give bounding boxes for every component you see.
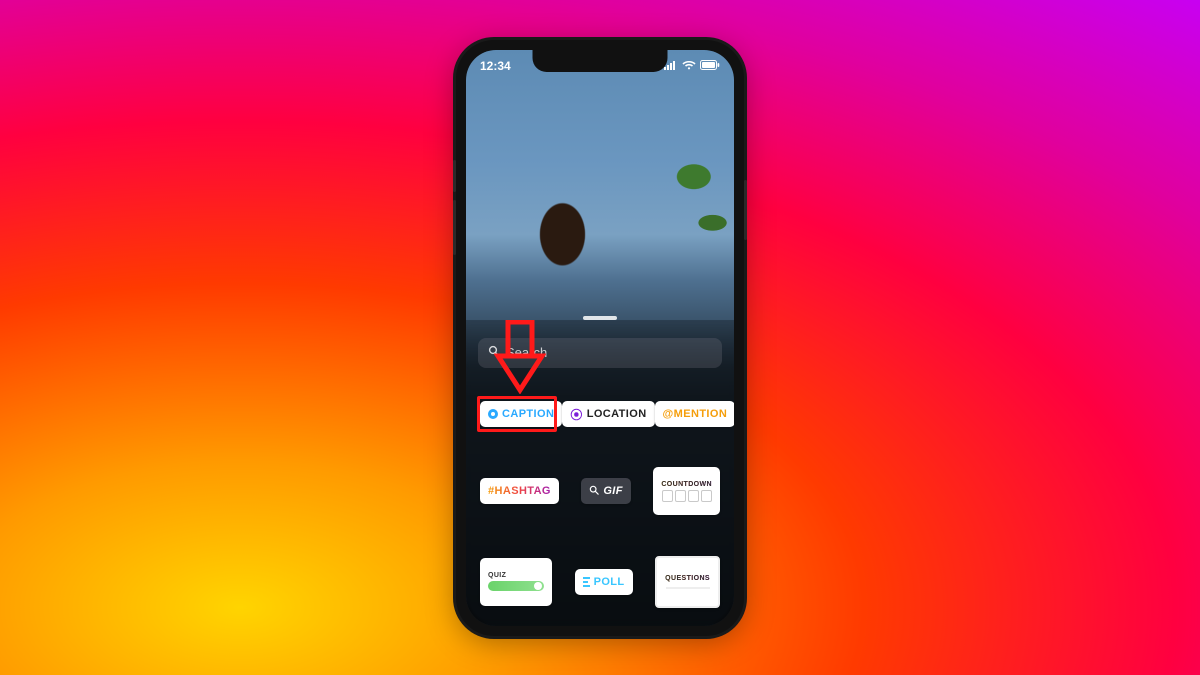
location-pin-icon: ⦿ bbox=[570, 406, 582, 423]
battery-icon bbox=[700, 59, 720, 73]
caption-icon bbox=[488, 409, 498, 419]
search-icon bbox=[589, 485, 599, 498]
countdown-icon bbox=[662, 490, 712, 502]
sticker-quiz[interactable]: QUIZ bbox=[480, 558, 552, 606]
sticker-location[interactable]: ⦿ LOCATION bbox=[562, 401, 654, 427]
search-placeholder: Search bbox=[506, 345, 547, 360]
questions-icon bbox=[666, 587, 710, 589]
quiz-icon bbox=[488, 581, 544, 591]
gradient-background: 12:34 bbox=[0, 0, 1200, 675]
sticker-grid: CAPTION ⦿ LOCATION @MENTION #HASHTAG bbox=[466, 395, 734, 617]
sticker-poll[interactable]: POLL bbox=[575, 569, 633, 595]
phone-notch bbox=[533, 50, 668, 72]
search-icon bbox=[488, 345, 500, 360]
sticker-label: @MENTION bbox=[663, 408, 728, 420]
sticker-label: POLL bbox=[594, 576, 625, 588]
sticker-search-input[interactable]: Search bbox=[478, 338, 722, 368]
phone-screen: 12:34 bbox=[466, 50, 734, 626]
sticker-mention[interactable]: @MENTION bbox=[655, 401, 734, 427]
sticker-label: #HASHTAG bbox=[488, 485, 551, 497]
phone-frame: 12:34 bbox=[456, 40, 744, 636]
sticker-label: LOCATION bbox=[587, 408, 647, 420]
wifi-icon bbox=[682, 59, 696, 73]
poll-icon bbox=[583, 577, 590, 587]
sticker-caption[interactable]: CAPTION bbox=[480, 401, 562, 427]
sticker-gif[interactable]: GIF bbox=[581, 478, 631, 504]
sticker-hashtag[interactable]: #HASHTAG bbox=[480, 478, 559, 504]
status-time: 12:34 bbox=[480, 59, 511, 73]
sticker-questions[interactable]: QUESTIONS bbox=[655, 556, 720, 608]
sticker-label: CAPTION bbox=[502, 408, 554, 420]
sheet-drag-handle[interactable] bbox=[583, 316, 617, 320]
sticker-label: QUIZ bbox=[488, 572, 506, 579]
sticker-countdown[interactable]: COUNTDOWN bbox=[653, 467, 720, 515]
sticker-label: GIF bbox=[603, 485, 623, 497]
sticker-label: QUESTIONS bbox=[665, 575, 710, 582]
sticker-label: COUNTDOWN bbox=[661, 481, 712, 488]
